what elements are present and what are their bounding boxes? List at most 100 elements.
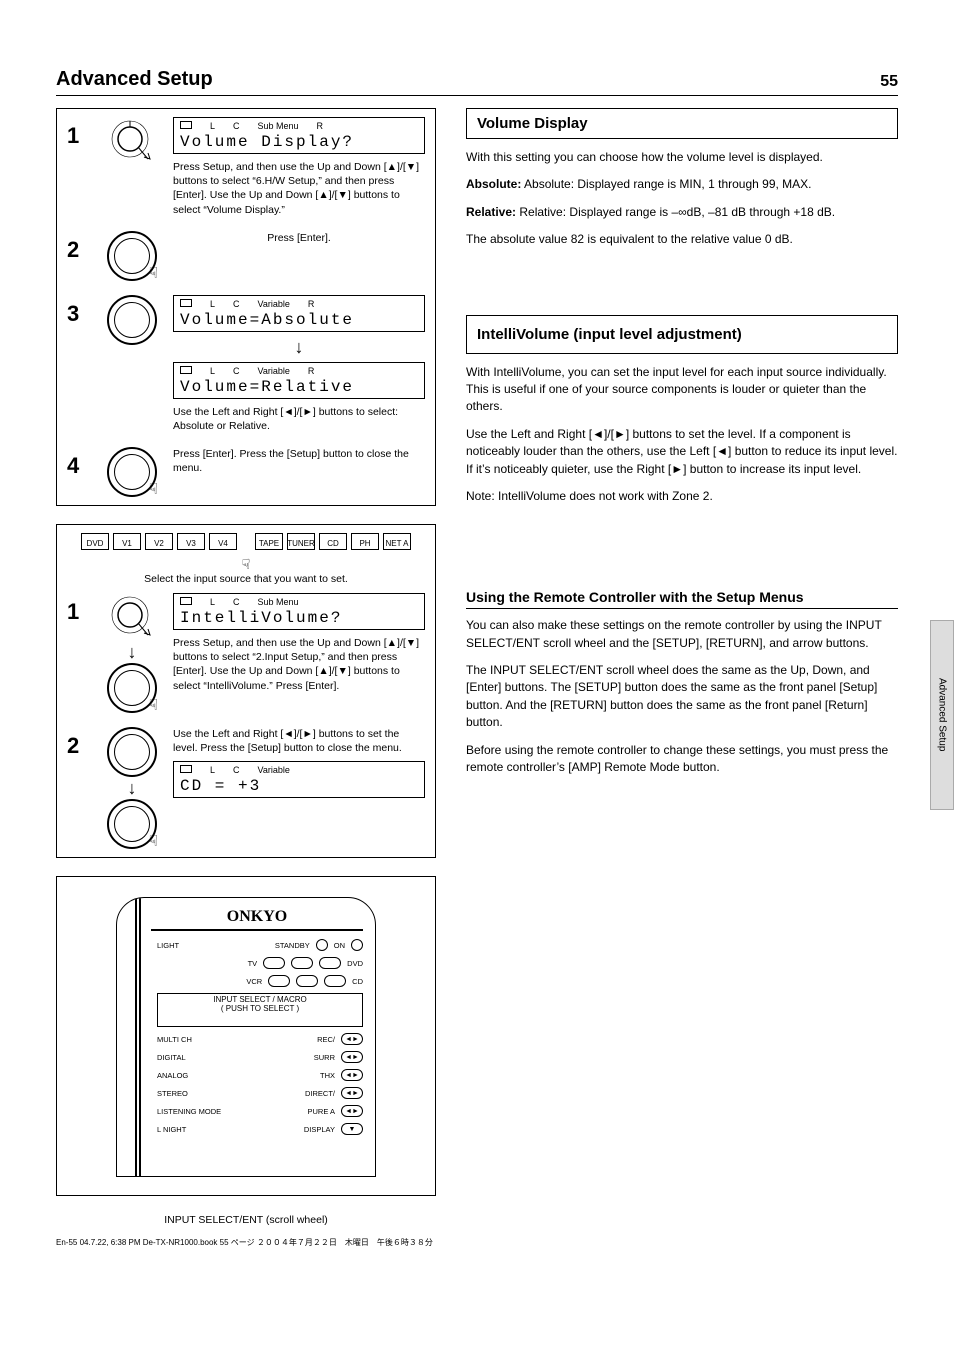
note-text: Note: IntelliVolume does not work with Z… <box>466 488 898 505</box>
body-text: Relative: Displayed range is –∞dB, –81 d… <box>519 205 835 219</box>
remote-mode-button[interactable] <box>324 975 346 987</box>
remote-label: STANDBY <box>275 941 310 950</box>
remote-label: REC/ <box>317 1035 335 1044</box>
arrow-down-icon: ↓ <box>128 645 137 659</box>
remote-label: DIRECT/ <box>305 1089 335 1098</box>
remote-diagram-box: ONKYO LIGHT STANDBY ON TV DVD <box>56 876 436 1196</box>
remote-brand: ONKYO <box>151 908 363 931</box>
lcd-text: CD = +3 <box>180 777 418 795</box>
footer-meta: En-55 04.7.22, 6:38 PM De-TX-NR1000.book… <box>56 1237 433 1248</box>
label-absolute: Absolute: <box>466 177 521 191</box>
remote-label: DVD <box>347 959 363 968</box>
body-text: Absolute: Displayed range is MIN, 1 thro… <box>524 177 811 191</box>
page-number: 55 <box>880 73 898 91</box>
input-btn[interactable]: PH <box>351 533 379 550</box>
on-button[interactable] <box>351 939 363 951</box>
standby-button[interactable] <box>316 939 328 951</box>
lcd-text: Volume=Relative <box>180 378 418 396</box>
lcd-text: IntelliVolume? <box>180 609 418 627</box>
remote-arrow-button[interactable]: ◄► <box>341 1033 363 1045</box>
input-source-button-row: DVD V1 V2 V3 V4 TAPE TUNER CD PH NET A <box>67 533 425 550</box>
input-btn[interactable]: V1 <box>113 533 141 550</box>
label-relative: Relative: <box>466 205 516 219</box>
jog-dial-icon: ☟ <box>107 799 157 849</box>
jog-dial-icon: ☟ <box>107 231 157 281</box>
body-text: Before using the remote controller to ch… <box>466 742 898 777</box>
jog-dial-icon <box>107 727 157 777</box>
jog-dial-icon: ☟ <box>107 663 157 713</box>
remote-mode-button[interactable] <box>268 975 290 987</box>
body-text: With this setting you can choose how the… <box>466 149 898 166</box>
step-text: Press [Enter]. Press the [Setup] button … <box>173 447 425 475</box>
section-head-intellivolume: IntelliVolume (input level adjustment) <box>466 315 898 354</box>
step-number: 2 <box>67 231 91 263</box>
side-tab: Advanced Setup <box>930 620 954 810</box>
step-text: Press Setup, and then use the Up and Dow… <box>173 160 425 217</box>
step-number: 4 <box>67 447 91 479</box>
header-title: Advanced Setup <box>56 68 213 91</box>
body-text: With IntelliVolume, you can set the inpu… <box>466 364 898 416</box>
step-text: Press Setup, and then use the Up and Dow… <box>173 636 425 693</box>
step-text: Press [Enter]. <box>267 231 331 245</box>
input-btn[interactable]: TAPE <box>255 533 283 550</box>
remote-arrow-button[interactable]: ◄► <box>341 1105 363 1117</box>
lcd-display: LCVariableR Volume=Relative <box>173 362 425 399</box>
step-number: 3 <box>67 295 91 327</box>
remote-label: THX <box>320 1071 335 1080</box>
remote-label: LISTENING MODE <box>157 1107 221 1116</box>
remote-arrow-button[interactable]: ◄► <box>341 1087 363 1099</box>
step-number: 1 <box>67 117 91 149</box>
jog-dial-icon <box>107 295 157 345</box>
volume-display-steps-box: 1 LCSub MenuR Volume Display? Press Setu… <box>56 108 436 506</box>
lcd-display: LCVariableR Volume=Absolute <box>173 295 425 332</box>
input-btn[interactable]: V3 <box>177 533 205 550</box>
box2-intro: Select the input source that you want to… <box>67 573 425 585</box>
remote-label: LIGHT <box>157 941 179 950</box>
remote-screen: INPUT SELECT / MACRO ( PUSH TO SELECT ) <box>157 993 363 1027</box>
step-number: 2 <box>67 727 91 759</box>
lcd-display: LCSub MenuR Volume Display? <box>173 117 425 154</box>
step-number: 1 <box>67 593 91 625</box>
body-text: The absolute value 82 is equivalent to t… <box>466 231 898 248</box>
arrow-down-icon: ↓ <box>295 340 304 354</box>
remote-mode-button[interactable] <box>291 957 313 969</box>
remote-down-button[interactable]: ▼ <box>341 1123 363 1135</box>
arrow-down-icon: ↓ <box>128 781 137 795</box>
lcd-text: Volume Display? <box>180 133 418 151</box>
input-btn[interactable]: NET A <box>383 533 411 550</box>
remote-label: MULTI CH <box>157 1035 192 1044</box>
remote-arrow-button[interactable]: ◄► <box>341 1069 363 1081</box>
remote-label: SURR <box>314 1053 335 1062</box>
step-text: Use the Left and Right [◄]/[►] buttons t… <box>173 727 425 755</box>
remote-label: DIGITAL <box>157 1053 186 1062</box>
body-text: The INPUT SELECT/ENT scroll wheel does t… <box>466 662 898 732</box>
input-btn[interactable]: V4 <box>209 533 237 550</box>
remote-arrow-button[interactable]: ◄► <box>341 1051 363 1063</box>
lcd-display: LCVariable CD = +3 <box>173 761 425 798</box>
body-text: You can also make these settings on the … <box>466 617 898 652</box>
remote-label: VCR <box>246 977 262 986</box>
remote-label: L NIGHT <box>157 1125 186 1134</box>
remote-screen-line: ( PUSH TO SELECT ) <box>160 1005 360 1014</box>
remote-mode-button[interactable] <box>296 975 318 987</box>
body-text: Use the Left and Right [◄]/[►] buttons t… <box>466 426 898 478</box>
input-btn[interactable]: DVD <box>81 533 109 550</box>
remote-label: ON <box>334 941 345 950</box>
remote-label: STEREO <box>157 1089 188 1098</box>
remote-below-label: INPUT SELECT/ENT (scroll wheel) <box>56 1214 436 1226</box>
hand-point-icon: ☟ <box>67 556 425 573</box>
remote-label: TV <box>248 959 258 968</box>
input-btn[interactable]: CD <box>319 533 347 550</box>
input-btn[interactable]: V2 <box>145 533 173 550</box>
remote-mode-button[interactable] <box>263 957 285 969</box>
intellivolume-steps-box: DVD V1 V2 V3 V4 TAPE TUNER CD PH NET A ☟… <box>56 524 436 858</box>
remote-label: DISPLAY <box>304 1125 335 1134</box>
setup-knob-icon <box>108 117 156 165</box>
remote-label: CD <box>352 977 363 986</box>
lcd-text: Volume=Absolute <box>180 311 418 329</box>
remote-body: ONKYO LIGHT STANDBY ON TV DVD <box>116 897 376 1177</box>
remote-label: PURE A <box>307 1107 335 1116</box>
setup-knob-icon <box>108 593 156 641</box>
remote-mode-button[interactable] <box>319 957 341 969</box>
input-btn[interactable]: TUNER <box>287 533 315 550</box>
